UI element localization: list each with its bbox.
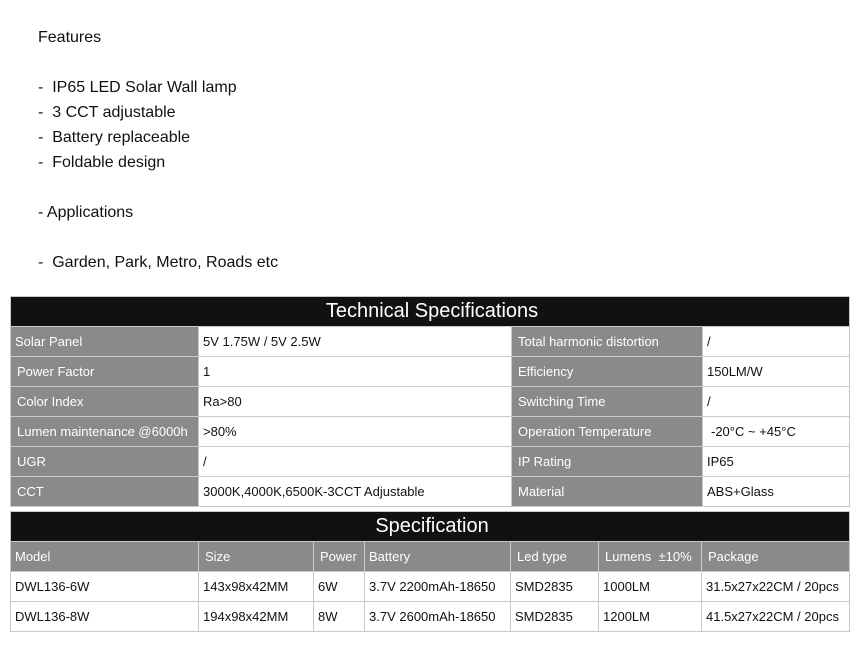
column-header: Battery (364, 541, 511, 572)
spec-value: / (701, 386, 851, 417)
column-header: Power (313, 541, 365, 572)
table-cell: 41.5x27x22CM / 20pcs (700, 601, 851, 632)
spec-label: Lumen maintenance @6000h (10, 416, 199, 447)
table-cell: DWL136-8W (10, 601, 199, 632)
spec-label: Operation Temperature (511, 416, 703, 447)
table-cell: 194x98x42MM (198, 601, 314, 632)
feature-item: - Battery replaceable (38, 129, 191, 146)
spec-value: IP65 (701, 446, 851, 477)
table-row: Power Factor 1 Efficiency 150LM/W (10, 356, 851, 387)
feature-item: - Foldable design (38, 154, 166, 171)
spec-label: Solar Panel (10, 326, 199, 357)
table-cell: 1000LM (598, 571, 702, 602)
spec-value: 3000K,4000K,6500K-3CCT Adjustable (198, 476, 512, 507)
spec-label: Total harmonic distortion (511, 326, 703, 357)
technical-specifications-title: Technical Specifications (9, 296, 851, 327)
table-row: Solar Panel 5V 1.75W / 5V 2.5W Total har… (10, 326, 851, 357)
spec-label: Power Factor (10, 356, 199, 387)
spec-value: / (701, 326, 851, 357)
spec-value: / (198, 446, 512, 477)
table-cell: 3.7V 2600mAh-18650 (364, 601, 511, 632)
spec-label: IP Rating (511, 446, 703, 477)
table-row: Color Index Ra>80 Switching Time / (10, 386, 851, 417)
features-section: Features - IP65 LED Solar Wall lamp - 3 … (38, 28, 738, 278)
spec-label: Efficiency (511, 356, 703, 387)
specification-title: Specification (9, 511, 851, 542)
spec-label: Color Index (10, 386, 199, 417)
spec-label: Material (511, 476, 703, 507)
spec-value: 150LM/W (701, 356, 851, 387)
column-header: Led type (510, 541, 599, 572)
table-row: DWL136-8W 194x98x42MM 8W 3.7V 2600mAh-18… (10, 601, 851, 632)
spec-value: >80% (198, 416, 512, 447)
table-cell: 143x98x42MM (198, 571, 314, 602)
features-heading: Features (38, 29, 102, 46)
spec-label: UGR (10, 446, 199, 477)
column-header: Size (198, 541, 314, 572)
feature-item: - IP65 LED Solar Wall lamp (38, 79, 237, 96)
spec-value: Ra>80 (198, 386, 512, 417)
table-cell: 8W (313, 601, 365, 632)
spec-label: CCT (10, 476, 199, 507)
column-header: Lumens ±10% (598, 541, 702, 572)
table-header-row: Model Size Power Battery Led type Lumens… (10, 541, 851, 572)
table-row: Lumen maintenance @6000h >80% Operation … (10, 416, 851, 447)
spec-value: ABS+Glass (701, 476, 851, 507)
table-row: CCT 3000K,4000K,6500K-3CCT Adjustable Ma… (10, 476, 851, 507)
specification-table: Specification Model Size Power Battery L… (9, 511, 851, 632)
application-item: - Garden, Park, Metro, Roads etc (38, 254, 279, 271)
table-cell: DWL136-6W (10, 571, 199, 602)
column-header: Model (10, 541, 199, 572)
table-cell: 1200LM (598, 601, 702, 632)
table-row: DWL136-6W 143x98x42MM 6W 3.7V 2200mAh-18… (10, 571, 851, 602)
table-cell: SMD2835 (510, 571, 599, 602)
spec-value: 5V 1.75W / 5V 2.5W (198, 326, 512, 357)
technical-specifications-table: Technical Specifications Solar Panel 5V … (9, 296, 851, 507)
table-cell: SMD2835 (510, 601, 599, 632)
table-cell: 6W (313, 571, 365, 602)
spec-value: -20°C ~ +45°C (701, 416, 851, 447)
table-row: UGR / IP Rating IP65 (10, 446, 851, 477)
spec-label: Switching Time (511, 386, 703, 417)
column-header: Package (700, 541, 851, 572)
table-cell: 31.5x27x22CM / 20pcs (700, 571, 851, 602)
applications-heading: - Applications (38, 204, 134, 221)
feature-item: - 3 CCT adjustable (38, 104, 176, 121)
spec-value: 1 (198, 356, 512, 387)
table-cell: 3.7V 2200mAh-18650 (364, 571, 511, 602)
